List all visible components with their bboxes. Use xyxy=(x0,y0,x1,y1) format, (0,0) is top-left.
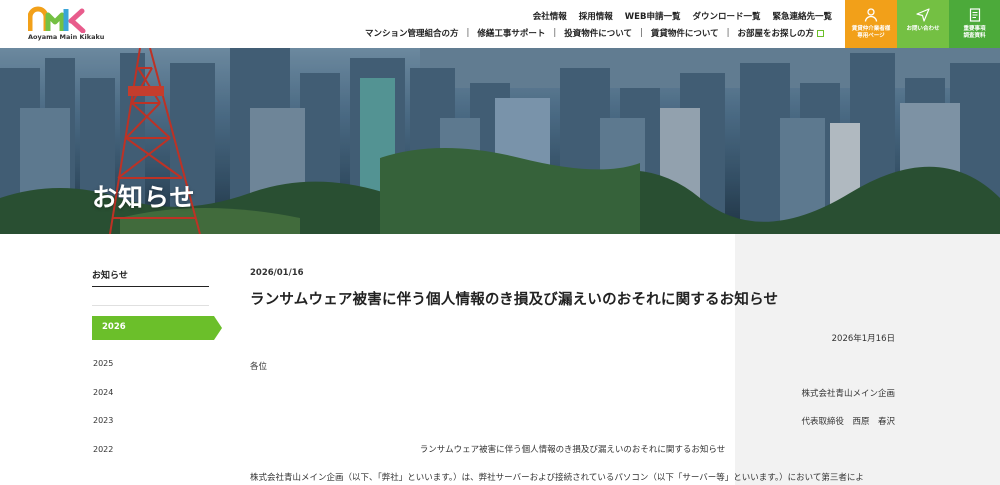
nav-repair-support[interactable]: 修繕工事サポート xyxy=(469,27,553,39)
sidebar-year-2022[interactable]: 2022 xyxy=(93,445,113,454)
year-sidebar: お知らせ 2026 2025 2024 2023 2022 xyxy=(92,268,222,454)
nav-condo-association[interactable]: マンション管理組合の方 xyxy=(357,27,467,39)
cta-contact[interactable]: お問い合わせ xyxy=(897,0,949,48)
cta-disclosure-docs-label: 重要事項 調査資料 xyxy=(963,26,986,39)
article-subject: ランサムウェア被害に伴う個人情報のき損及び漏えいのおそれに関するお知らせ xyxy=(419,445,726,455)
utility-nav: 会社情報 採用情報 WEB申請一覧 ダウンロード一覧 緊急連絡先一覧 xyxy=(533,10,832,22)
nav-investment-property[interactable]: 投資物件について xyxy=(556,27,640,39)
util-nav-emergency-contacts[interactable]: 緊急連絡先一覧 xyxy=(772,10,832,22)
util-nav-recruit[interactable]: 採用情報 xyxy=(579,10,613,22)
page-hero-title: お知らせ xyxy=(92,183,196,212)
article-addressee: 各位 xyxy=(250,362,268,372)
article-issue-date: 2026年1月16日 xyxy=(831,334,895,344)
sidebar-year-2023[interactable]: 2023 xyxy=(93,416,113,425)
nav-rental-property[interactable]: 賃貸物件について xyxy=(643,27,727,39)
nav-room-search[interactable]: お部屋をお探しの方 xyxy=(729,27,832,39)
person-icon xyxy=(864,8,878,22)
util-nav-web-applications[interactable]: WEB申請一覧 xyxy=(625,10,681,22)
sidebar-year-2026-active[interactable]: 2026 xyxy=(92,316,222,340)
util-nav-company[interactable]: 会社情報 xyxy=(533,10,567,22)
cta-disclosure-docs[interactable]: 重要事項 調査資料 xyxy=(949,0,1000,48)
sidebar-title: お知らせ xyxy=(92,268,209,287)
sidebar-year-2026-label: 2026 xyxy=(102,322,126,332)
article-company: 株式会社青山メイン企画 xyxy=(801,389,895,399)
logo-text: Aoyama Main Kikaku xyxy=(28,33,105,41)
nav-room-search-label: お部屋をお探しの方 xyxy=(737,29,814,39)
hero-banner: お知らせ xyxy=(0,48,1000,234)
article-date: 2026/01/16 xyxy=(250,268,304,278)
article-representative: 代表取締役 西原 春沢 xyxy=(801,417,895,427)
amk-logo-mark xyxy=(28,6,86,33)
util-nav-downloads[interactable]: ダウンロード一覧 xyxy=(692,10,760,22)
sidebar-divider xyxy=(92,305,209,306)
company-logo[interactable]: Aoyama Main Kikaku xyxy=(28,5,104,43)
main-nav: マンション管理組合の方 | 修繕工事サポート | 投資物件について | 賃貸物件… xyxy=(357,27,832,39)
paper-plane-icon xyxy=(916,8,930,22)
news-article: 2026/01/16 ランサムウェア被害に伴う個人情報のき損及び漏えいのおそれに… xyxy=(250,268,895,483)
article-body: 株式会社青山メイン企画（以下、「弊社」といいます。）は、弊社サーバーおよび接続さ… xyxy=(250,473,864,483)
cta-contact-label: お問い合わせ xyxy=(906,26,940,32)
sidebar-year-2024[interactable]: 2024 xyxy=(93,388,113,397)
cta-agent-page[interactable]: 賃貸仲介業者様 専用ページ xyxy=(845,0,897,48)
article-title: ランサムウェア被害に伴う個人情報のき損及び漏えいのおそれに関するお知らせ xyxy=(250,292,779,308)
external-link-icon xyxy=(817,30,824,37)
site-header: Aoyama Main Kikaku 会社情報 採用情報 WEB申請一覧 ダウン… xyxy=(0,0,1000,48)
sidebar-year-2025[interactable]: 2025 xyxy=(93,359,113,368)
document-icon xyxy=(969,8,980,22)
cta-agent-page-label: 賃貸仲介業者様 専用ページ xyxy=(851,26,891,39)
